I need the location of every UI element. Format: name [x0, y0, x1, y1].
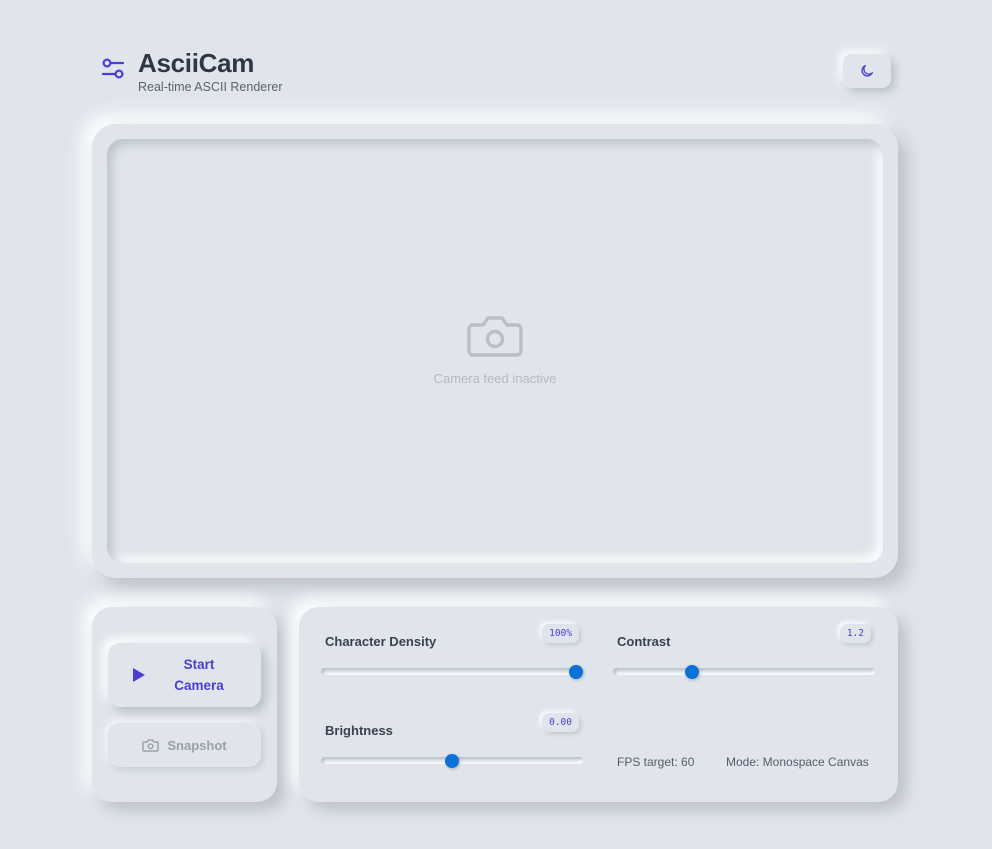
- play-icon: [133, 668, 145, 682]
- brightness-label: Brightness: [325, 723, 393, 738]
- brightness-slider-track[interactable]: [321, 753, 583, 768]
- theme-toggle-button[interactable]: [843, 54, 891, 88]
- camera-icon: [142, 739, 160, 752]
- actions-panel: Start Camera Snapshot: [92, 607, 277, 802]
- density-value: 100%: [542, 624, 579, 643]
- brightness-value: 0.00: [542, 713, 579, 732]
- app-header: AsciiCam Real-time ASCII Renderer: [100, 48, 283, 94]
- start-camera-button[interactable]: Start Camera: [108, 643, 261, 707]
- density-slider-track[interactable]: [321, 664, 583, 679]
- contrast-slider-track[interactable]: [613, 664, 875, 679]
- brightness-slider-thumb[interactable]: [445, 753, 459, 768]
- camera-viewport: Camera feed inactive: [107, 139, 883, 563]
- settings-panel: Character Density 100% Contrast 1.2 Brig…: [299, 607, 898, 802]
- camera-icon: [467, 315, 523, 357]
- render-mode-text: Mode: Monospace Canvas: [726, 755, 869, 769]
- contrast-slider-thumb[interactable]: [684, 664, 699, 679]
- sliders-icon: [101, 58, 125, 79]
- start-camera-label: Start Camera: [174, 657, 224, 693]
- fps-target-text: FPS target: 60: [617, 755, 695, 769]
- app-root: AsciiCam Real-time ASCII Renderer Camera…: [0, 0, 992, 849]
- contrast-label: Contrast: [617, 634, 671, 649]
- moon-icon: [861, 65, 873, 77]
- viewer-frame: Camera feed inactive: [92, 124, 898, 578]
- app-title: AsciiCam: [138, 48, 255, 78]
- contrast-value: 1.2: [839, 624, 871, 643]
- density-label: Character Density: [325, 634, 437, 649]
- snapshot-button[interactable]: Snapshot: [108, 723, 261, 767]
- app-subtitle: Real-time ASCII Renderer: [138, 80, 283, 94]
- feed-status-text: Camera feed inactive: [433, 370, 557, 386]
- snapshot-label: Snapshot: [167, 737, 227, 753]
- title-block: AsciiCam Real-time ASCII Renderer: [138, 48, 283, 94]
- density-slider-thumb[interactable]: [569, 664, 583, 679]
